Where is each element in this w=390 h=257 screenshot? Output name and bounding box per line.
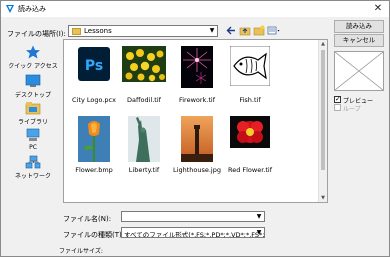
view-menu-icon[interactable] — [267, 25, 281, 36]
look-in-label: ファイルの場所(I): — [7, 30, 66, 38]
lighthouse-thumbnail — [181, 116, 213, 162]
scroll-down-icon[interactable]: ▼ — [319, 194, 327, 202]
file-item-liberty[interactable]: Liberty.tif — [114, 116, 174, 178]
scroll-thumb[interactable] — [321, 50, 325, 170]
fish-thumbnail — [230, 46, 270, 86]
network-icon — [25, 155, 41, 169]
file-name-field-label: ファイル名(N): — [63, 215, 112, 223]
preview-pane — [334, 51, 384, 91]
file-item-lighthouse[interactable]: Lighthouse.jpg — [167, 116, 227, 178]
cancel-button[interactable]: キャンセル — [334, 34, 384, 47]
file-name-label: Lighthouse.jpg — [173, 166, 221, 174]
chevron-down-icon[interactable]: ▼ — [255, 228, 263, 237]
file-type-dropdown[interactable]: すべてのファイル形式(*.FS;*.PD*;*.VD*;*.FS*;*.PD*;… — [121, 227, 265, 238]
library-icon — [25, 102, 41, 115]
up-folder-icon[interactable] — [239, 25, 251, 36]
look-in-dropdown[interactable]: Lessons ▼ — [68, 25, 218, 37]
file-item-firework[interactable]: Firework.tif — [167, 46, 227, 108]
file-name-label: Red Flower.tif — [227, 166, 273, 174]
file-item-red-flower[interactable]: Red Flower.tif — [220, 116, 280, 178]
places-bar: クイック アクセス デスクトップ ライブラリ PC ネットワーク — [7, 41, 59, 201]
chevron-down-icon[interactable]: ▼ — [255, 212, 263, 221]
folder-icon — [72, 28, 81, 35]
place-label: クイック アクセス — [8, 63, 58, 70]
place-label: ライブラリ — [17, 119, 48, 126]
file-name-input[interactable]: ▼ — [121, 211, 265, 222]
file-list[interactable]: Ps City Logo.pcx Daffodil.tif Firework.t… — [63, 39, 328, 203]
place-label: ネットワーク — [14, 173, 51, 180]
new-folder-icon[interactable] — [253, 25, 265, 36]
place-label: PC — [29, 144, 37, 151]
chevron-down-icon: ▼ — [209, 27, 215, 34]
loop-checkbox[interactable] — [334, 104, 341, 111]
file-name-label: Firework.tif — [178, 96, 216, 104]
back-icon[interactable] — [225, 25, 237, 36]
svg-text:Ps: Ps — [85, 58, 103, 74]
scroll-up-icon[interactable]: ▲ — [319, 40, 327, 48]
file-item-daffodil[interactable]: Daffodil.tif — [114, 46, 174, 108]
app-icon — [6, 5, 14, 13]
open-button[interactable]: 読み込み — [334, 20, 384, 33]
file-size-label: ファイルサイズ: — [59, 248, 103, 255]
file-name-label: Liberty.tif — [128, 166, 160, 174]
flower-thumbnail — [78, 116, 110, 162]
file-item-fish[interactable]: Fish.tif — [220, 46, 280, 108]
loop-label: ループ — [343, 106, 361, 113]
file-type-value: すべてのファイル形式(*.FS;*.PD*;*.VD*;*.FS*;*.PD*;… — [124, 231, 265, 238]
firework-thumbnail — [181, 46, 213, 88]
close-button[interactable]: ✕ — [371, 2, 385, 16]
desktop-icon — [25, 74, 41, 87]
open-dialog: 読み込み ✕ ファイルの場所(I): Lessons ▼ クイック アクセス デ… — [0, 0, 390, 257]
empty-preview-icon — [334, 51, 384, 91]
red-flower-thumbnail — [230, 116, 270, 148]
vertical-scrollbar[interactable]: ▲ ▼ — [318, 40, 327, 202]
liberty-thumbnail — [128, 116, 160, 162]
photoshop-file-icon: Ps — [78, 47, 110, 81]
place-label: デスクトップ — [14, 92, 51, 99]
window-title: 読み込み — [18, 5, 46, 13]
file-name-label: Fish.tif — [239, 96, 261, 104]
file-type-label: ファイルの種類(T): — [63, 231, 125, 239]
look-in-value: Lessons — [84, 27, 112, 35]
daffodil-thumbnail — [122, 46, 166, 82]
pc-icon — [26, 128, 40, 141]
preview-checkbox[interactable] — [334, 95, 341, 103]
star-icon — [26, 45, 40, 59]
file-name-label: Daffodil.tif — [127, 96, 161, 104]
title-bar: 読み込み ✕ — [1, 1, 389, 17]
